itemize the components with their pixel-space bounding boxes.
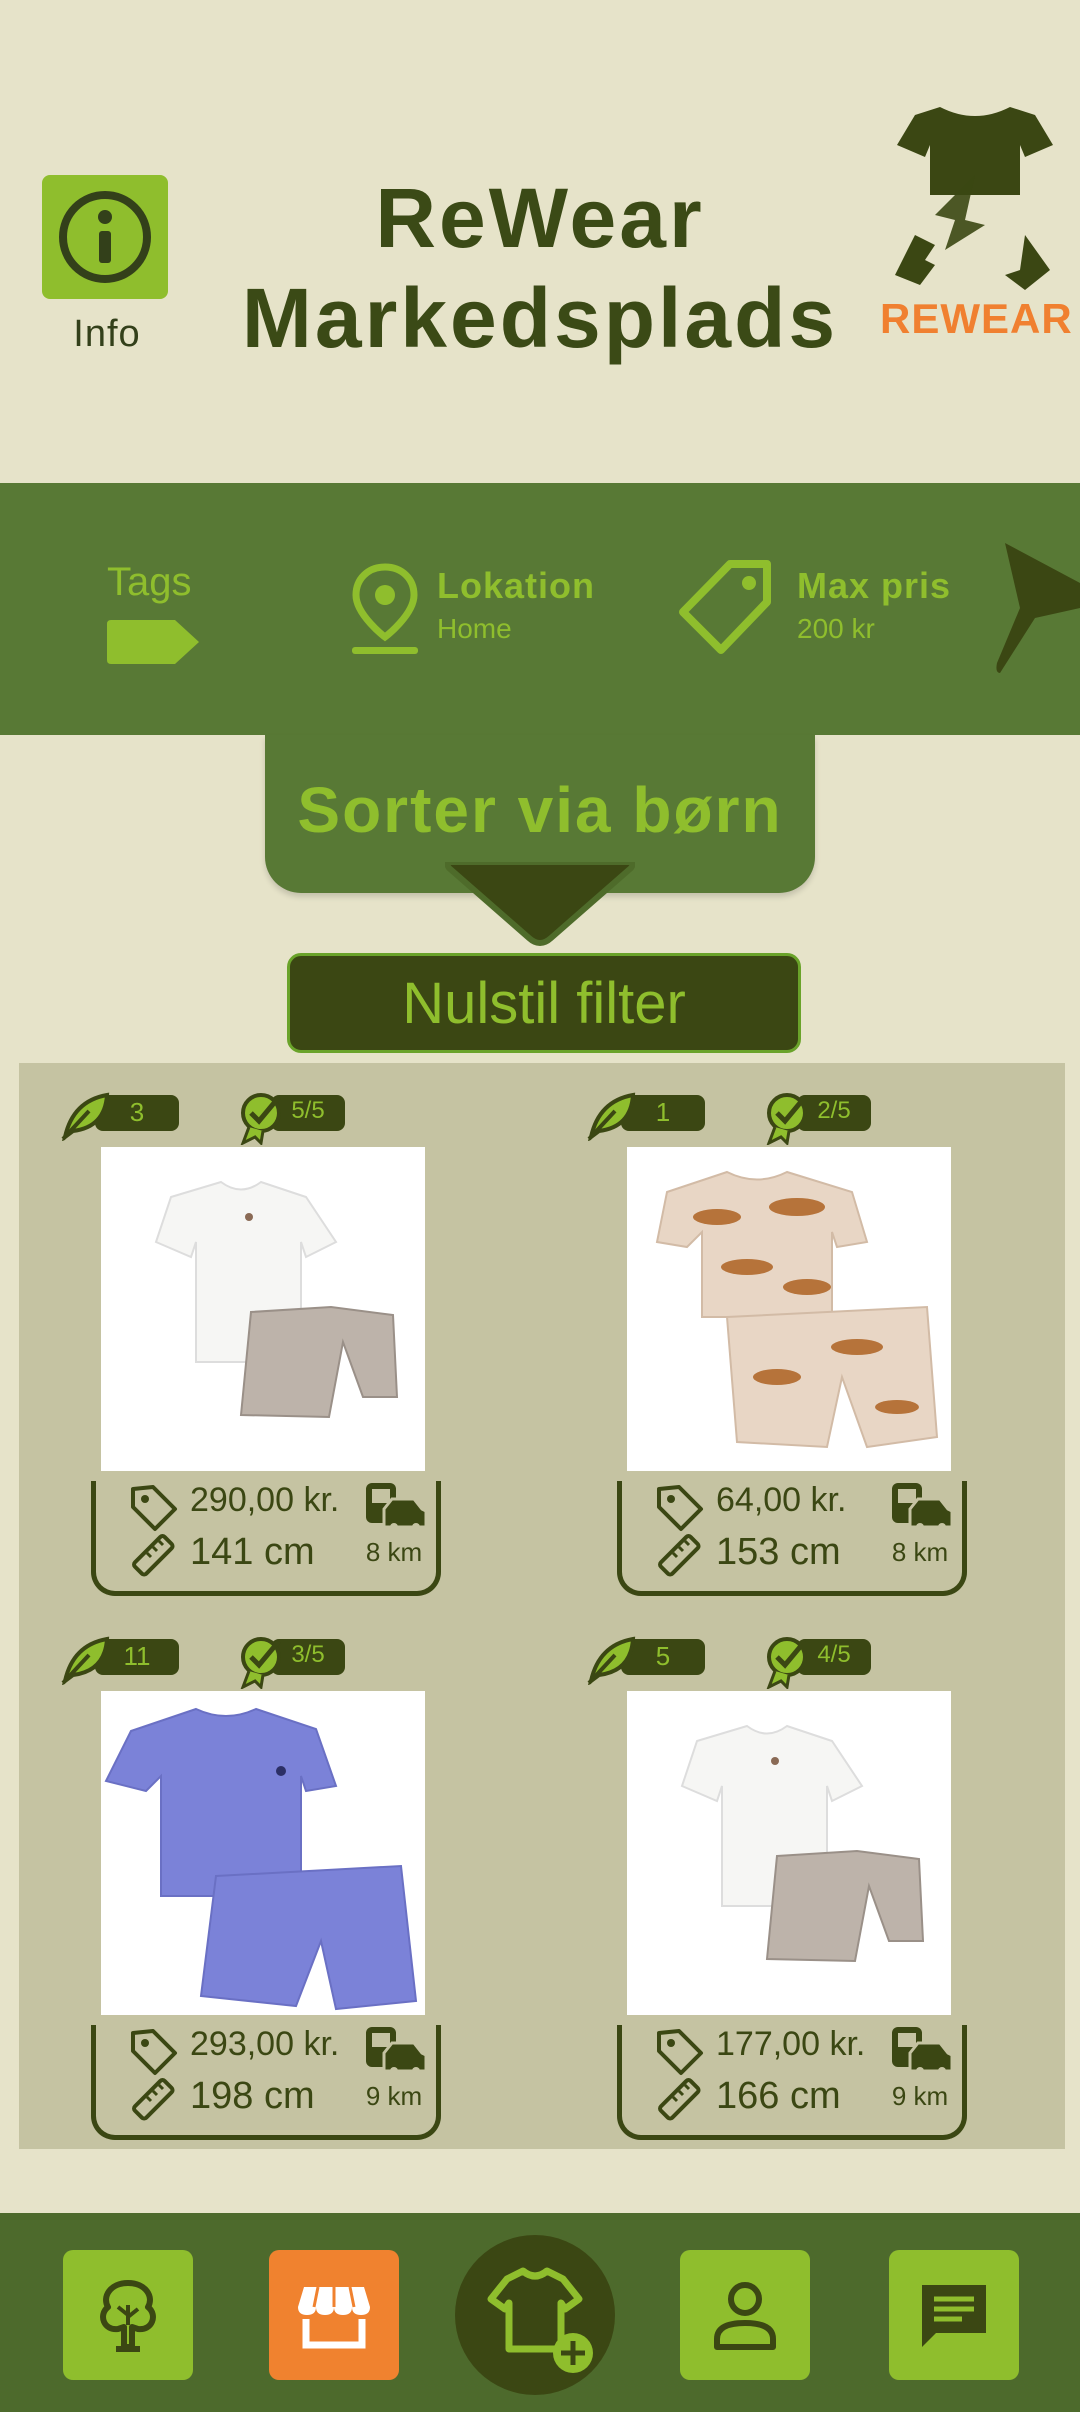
- info-label: Info: [73, 313, 141, 355]
- ruler-icon: [658, 2078, 701, 2121]
- chevron-down-icon: [445, 862, 635, 946]
- bottom-navigation: [0, 2213, 1080, 2412]
- next-arrow-icon[interactable]: [995, 543, 1080, 673]
- clothing-image: [655, 1170, 939, 1449]
- product-card[interactable]: 1 2/5 64,00 kr. 153 cm 8 km: [545, 1063, 967, 1596]
- price-tag-icon: [657, 2029, 703, 2075]
- leaf-count: 3: [129, 1097, 145, 1127]
- product-size: 198 cm: [190, 2075, 315, 2117]
- rating-value: 3/5: [291, 1641, 325, 1668]
- transport-icon: [892, 1483, 954, 1531]
- tag-arrow-icon: [107, 620, 199, 664]
- tags-filter[interactable]: Tags: [107, 560, 217, 664]
- info-button[interactable]: [42, 175, 168, 299]
- location-pin-icon: [352, 563, 418, 654]
- product-price: 177,00 kr.: [716, 2025, 866, 2063]
- nav-shop-button[interactable]: [269, 2250, 399, 2380]
- product-price: 293,00 kr.: [190, 2025, 340, 2063]
- clothing-image: [154, 1180, 399, 1419]
- transport-icon: [366, 2027, 428, 2075]
- info-icon: [59, 191, 151, 283]
- nav-profile-button[interactable]: [680, 2250, 810, 2380]
- leaf-badge: 1: [585, 1092, 705, 1141]
- leaf-count: 11: [123, 1641, 151, 1671]
- rating-badge: 2/5: [761, 1089, 871, 1145]
- price-tag-icon: [657, 1485, 703, 1531]
- product-price: 290,00 kr.: [190, 1481, 340, 1519]
- location-filter-value[interactable]: Home: [437, 613, 512, 645]
- nav-chat-button[interactable]: [889, 2250, 1019, 2380]
- product-distance: 9 km: [891, 2081, 949, 2111]
- price-tag-icon: [131, 1485, 177, 1531]
- logo-text: REWEAR: [880, 295, 1073, 342]
- price-filter-value[interactable]: 200 kr: [797, 613, 875, 645]
- product-size: 166 cm: [716, 2075, 841, 2117]
- price-tag-icon: [679, 560, 771, 654]
- chat-icon: [922, 2285, 986, 2347]
- product-card[interactable]: 3 5/5 290,00 kr. 141 cm 8 km: [19, 1063, 441, 1596]
- transport-icon: [892, 2027, 954, 2075]
- sort-children-button[interactable]: Sorter via børn: [265, 735, 815, 946]
- product-grid: 3 5/5 290,00 kr. 141 cm 8 km 1 2/5 64,00…: [19, 1063, 1065, 2149]
- nav-tree-button[interactable]: [63, 2250, 193, 2380]
- ruler-icon: [658, 1534, 701, 1577]
- header: Info ReWear Markedsplads REWEAR: [0, 0, 1080, 483]
- tags-label: Tags: [107, 560, 192, 604]
- location-filter-title[interactable]: Lokation: [437, 565, 595, 607]
- rating-badge: 3/5: [235, 1633, 345, 1689]
- product-size: 141 cm: [190, 1531, 315, 1573]
- sort-label: Sorter via børn: [297, 774, 783, 846]
- rating-value: 5/5: [291, 1097, 325, 1124]
- rating-badge: 4/5: [761, 1633, 871, 1689]
- product-distance: 8 km: [891, 1537, 949, 1567]
- leaf-badge: 5: [585, 1636, 705, 1685]
- transport-icon: [366, 1483, 428, 1531]
- clothing-image: [104, 1707, 418, 2011]
- product-price: 64,00 kr.: [716, 1481, 847, 1519]
- rating-value: 4/5: [817, 1641, 851, 1668]
- shop-icon: [298, 2286, 370, 2349]
- profile-icon: [714, 2282, 776, 2350]
- product-distance: 9 km: [365, 2081, 423, 2111]
- nav-add-clothing-button[interactable]: [455, 2235, 615, 2395]
- leaf-count: 5: [655, 1641, 671, 1671]
- price-filter-title[interactable]: Max pris: [797, 565, 951, 607]
- clothing-image: [680, 1724, 925, 1963]
- product-card[interactable]: 5 4/5 177,00 kr. 166 cm 9 km: [545, 1607, 967, 2140]
- product-photo[interactable]: [101, 1147, 425, 1471]
- ruler-icon: [132, 1534, 175, 1577]
- title-line-2: Markedsplads: [241, 271, 839, 365]
- product-photo[interactable]: [627, 1147, 951, 1471]
- reset-filter-label: Nulstil filter: [402, 971, 686, 1036]
- product-card[interactable]: 11 3/5 293,00 kr. 198 cm 9 km: [19, 1607, 441, 2140]
- product-size: 153 cm: [716, 1531, 841, 1573]
- product-distance: 8 km: [365, 1537, 423, 1567]
- filter-bar: Tags Lokation Home Max pris 200 kr: [0, 483, 1080, 735]
- product-photo[interactable]: [627, 1691, 951, 2015]
- leaf-badge: 3: [59, 1092, 179, 1141]
- rating-badge: 5/5: [235, 1089, 345, 1145]
- product-photo[interactable]: [101, 1691, 425, 2015]
- add-clothing-icon: [487, 2267, 593, 2373]
- ruler-icon: [132, 2078, 175, 2121]
- leaf-count: 1: [655, 1097, 671, 1127]
- title-line-1: ReWear: [375, 171, 705, 265]
- page-title: ReWear Markedsplads: [200, 168, 880, 368]
- reset-filter-button[interactable]: Nulstil filter: [287, 953, 801, 1053]
- tree-icon: [100, 2280, 156, 2352]
- price-tag-icon: [131, 2029, 177, 2075]
- leaf-badge: 11: [59, 1636, 179, 1685]
- rating-value: 2/5: [817, 1097, 851, 1124]
